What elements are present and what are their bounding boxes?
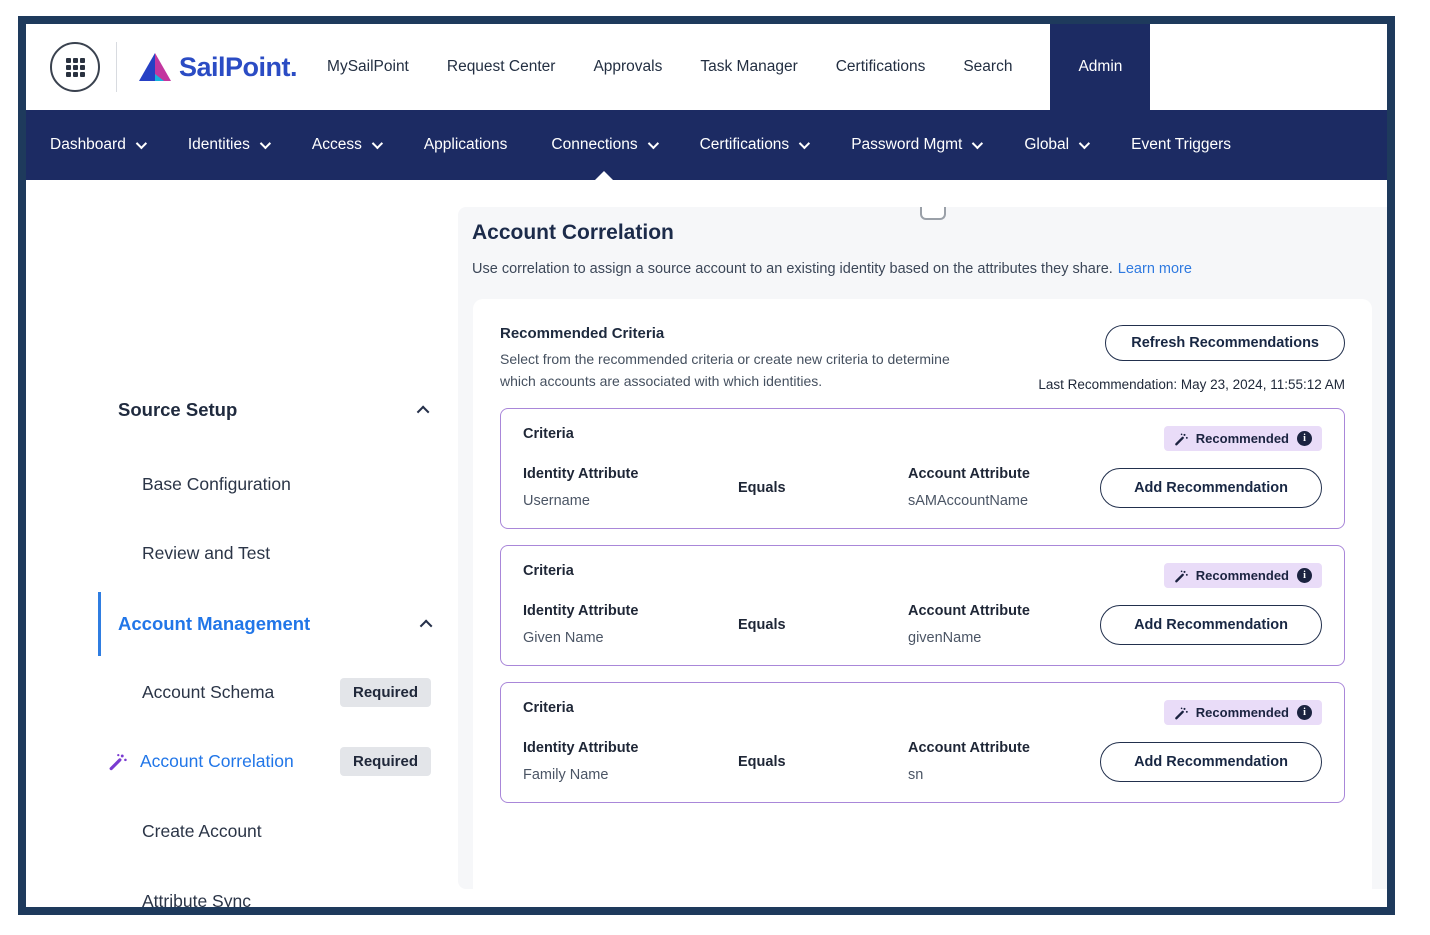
account-correlation-panel: Account Correlation Use correlation to a…	[458, 207, 1387, 889]
criteria-card: Criteria Recommended i Identity Attribut…	[500, 408, 1345, 530]
account-attribute-value: sAMAccountName	[908, 493, 1029, 510]
recommended-criteria-card: Recommended Criteria Select from the rec…	[473, 299, 1372, 889]
chevron-up-icon	[419, 619, 433, 632]
topnav-admin-active-tab[interactable]: Admin	[1050, 24, 1151, 110]
app-launcher-button[interactable]	[50, 42, 100, 92]
account-attribute-label: Account Attribute	[908, 466, 1030, 483]
nav-dashboard[interactable]: Dashboard	[50, 110, 147, 180]
recommended-badge: Recommended i	[1163, 563, 1322, 589]
topnav-request-center[interactable]: Request Center	[447, 58, 556, 76]
topnav-search[interactable]: Search	[963, 58, 1012, 76]
magic-wand-icon	[1174, 570, 1188, 583]
info-icon[interactable]: i	[1297, 568, 1312, 584]
add-recommendation-button[interactable]: Add Recommendation	[1100, 604, 1322, 645]
topnav-approvals[interactable]: Approvals	[593, 58, 662, 76]
identity-attribute-label: Identity Attribute	[523, 603, 639, 620]
recommended-criteria-title: Recommended Criteria	[500, 325, 665, 342]
nav-event-triggers[interactable]: Event Triggers	[1131, 110, 1231, 180]
page-description: Use correlation to assign a source accou…	[472, 261, 1192, 277]
info-icon[interactable]: i	[1297, 431, 1312, 447]
account-attribute-value: givenName	[908, 630, 982, 647]
nav-connections-active[interactable]: Connections	[551, 110, 659, 180]
nav-identities[interactable]: Identities	[188, 110, 271, 180]
active-tab-caret	[594, 171, 613, 180]
account-attribute-label: Account Attribute	[908, 603, 1030, 620]
topnav-task-manager[interactable]: Task Manager	[700, 58, 797, 76]
account-attribute-label: Account Attribute	[908, 740, 1030, 757]
nav-password-mgmt[interactable]: Password Mgmt	[851, 110, 984, 180]
nav-certifications[interactable]: Certifications	[700, 110, 811, 180]
recommended-badge: Recommended i	[1163, 700, 1322, 726]
operator-label: Equals	[738, 479, 786, 496]
magic-wand-icon	[109, 753, 127, 770]
chevron-down-icon	[647, 137, 659, 150]
add-recommendation-button[interactable]: Add Recommendation	[1100, 467, 1322, 508]
topnav-mysailpoint[interactable]: MySailPoint	[327, 58, 409, 76]
add-recommendation-button[interactable]: Add Recommendation	[1100, 741, 1322, 782]
recommended-badge: Recommended i	[1163, 426, 1322, 452]
required-badge: Required	[340, 746, 432, 776]
sidebar-item-account-correlation[interactable]: Account Correlation Required	[26, 739, 458, 783]
top-navigation: MySailPoint Request Center Approvals Tas…	[327, 24, 1151, 110]
chevron-up-icon	[416, 405, 430, 418]
identity-attribute-label: Identity Attribute	[523, 740, 639, 757]
required-badge: Required	[340, 677, 432, 707]
sidebar-item-account-management[interactable]: Account Management	[98, 592, 458, 656]
sidebar-item-attribute-sync[interactable]: Attribute Sync	[26, 879, 458, 908]
identity-attribute-value: Family Name	[523, 767, 609, 784]
account-attribute-value: sn	[908, 767, 924, 784]
divider	[116, 42, 117, 92]
identity-attribute-label: Identity Attribute	[523, 466, 639, 483]
brand-wordmark: SailPoint.	[179, 51, 298, 82]
identity-attribute-value: Given Name	[523, 630, 604, 647]
sailpoint-logo-icon	[139, 52, 171, 81]
app-window: SailPoint. MySailPoint Request Center Ap…	[18, 16, 1395, 915]
nav-access[interactable]: Access	[312, 110, 383, 180]
operator-label: Equals	[738, 753, 786, 770]
magic-wand-icon	[1174, 707, 1188, 720]
criteria-label: Criteria	[523, 700, 574, 717]
chevron-down-icon	[259, 137, 271, 150]
sailpoint-logo[interactable]: SailPoint.	[137, 51, 298, 84]
nav-global[interactable]: Global	[1024, 110, 1091, 180]
refresh-recommendations-button[interactable]: Refresh Recommendations	[1105, 325, 1345, 361]
chevron-down-icon	[371, 137, 383, 150]
recommended-criteria-description: Select from the recommended criteria or …	[500, 351, 950, 389]
chevron-down-icon	[1078, 137, 1091, 150]
sidebar-item-source-setup[interactable]: Source Setup	[26, 390, 458, 430]
last-recommendation-timestamp: Last Recommendation: May 23, 2024, 11:55…	[1038, 377, 1345, 392]
source-setup-sidebar: Source Setup Base Configuration Review a…	[26, 180, 458, 907]
sidebar-item-review-and-test[interactable]: Review and Test	[26, 531, 458, 575]
criteria-label: Criteria	[523, 563, 574, 580]
criteria-card: Criteria Recommended i Identity Attribut…	[500, 682, 1345, 804]
top-bar: SailPoint. MySailPoint Request Center Ap…	[26, 24, 1387, 110]
identity-attribute-value: Username	[523, 493, 590, 510]
page-title: Account Correlation	[472, 221, 674, 244]
sidebar-item-account-schema[interactable]: Account Schema Required	[26, 670, 458, 714]
sidebar-item-create-account[interactable]: Create Account	[26, 809, 458, 853]
chevron-down-icon	[135, 137, 147, 150]
magic-wand-icon	[1174, 433, 1188, 446]
admin-nav-bar: Dashboard Identities Access Applications…	[26, 110, 1387, 180]
nav-applications[interactable]: Applications	[424, 110, 508, 180]
app-grid-icon	[65, 57, 85, 77]
criteria-label: Criteria	[523, 426, 574, 443]
panel-handle	[920, 207, 946, 220]
recommended-criteria-header: Recommended Criteria Select from the rec…	[500, 325, 978, 392]
operator-label: Equals	[738, 616, 786, 633]
learn-more-link[interactable]: Learn more	[1118, 261, 1192, 277]
info-icon[interactable]: i	[1297, 705, 1312, 721]
sidebar-item-base-configuration[interactable]: Base Configuration	[26, 462, 458, 506]
topnav-certifications[interactable]: Certifications	[836, 58, 926, 76]
chevron-down-icon	[972, 137, 984, 150]
criteria-card: Criteria Recommended i Identity Attribut…	[500, 545, 1345, 667]
chevron-down-icon	[798, 137, 811, 150]
